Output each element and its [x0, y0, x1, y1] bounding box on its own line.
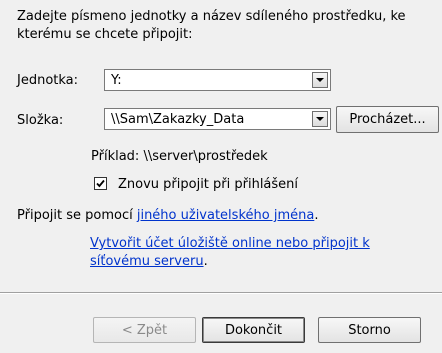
example-text: Příklad: \\server\prostředek: [91, 149, 268, 164]
online-storage-line1: Vytvořit účet úložiště online nebo připo…: [90, 235, 370, 252]
drive-combobox[interactable]: Y:: [104, 69, 331, 91]
other-user-suffix: .: [314, 208, 319, 223]
reconnect-checkbox[interactable]: [94, 177, 107, 190]
instruction-text: Zadejte písmeno jednotky a název sdílené…: [17, 9, 406, 42]
online-storage-suffix: .: [203, 254, 208, 269]
drive-label: Jednotka:: [17, 73, 79, 88]
cancel-button[interactable]: Storno: [318, 317, 421, 343]
back-button[interactable]: < Zpět: [93, 317, 196, 343]
folder-combobox[interactable]: \\Sam\Zakazky_Data: [104, 108, 331, 130]
folder-value: \\Sam\Zakazky_Data: [111, 112, 245, 127]
browse-button[interactable]: Procházet...: [336, 106, 439, 133]
network-server-link[interactable]: síťovému serveru: [90, 254, 204, 269]
reconnect-label[interactable]: Znovu připojit při přihlášení: [118, 176, 298, 193]
drive-dropdown-button[interactable]: [312, 72, 328, 88]
chevron-down-icon: [316, 117, 324, 121]
other-user-prefix: Připojit se pomocí: [17, 208, 137, 223]
online-storage-line2: síťovému serveru.: [90, 253, 208, 270]
other-user-line: Připojit se pomocí jiného uživatelského …: [17, 207, 318, 224]
finish-button[interactable]: Dokončit: [202, 317, 305, 343]
folder-label: Složka:: [17, 113, 64, 128]
chevron-down-icon: [316, 78, 324, 82]
drive-value: Y:: [111, 73, 122, 88]
footer-separator: [0, 292, 442, 294]
checkmark-icon: [96, 179, 105, 188]
online-storage-link[interactable]: Vytvořit účet úložiště online nebo připo…: [90, 236, 370, 251]
folder-dropdown-button[interactable]: [312, 111, 328, 127]
other-user-link[interactable]: jiného uživatelského jména: [137, 208, 314, 223]
